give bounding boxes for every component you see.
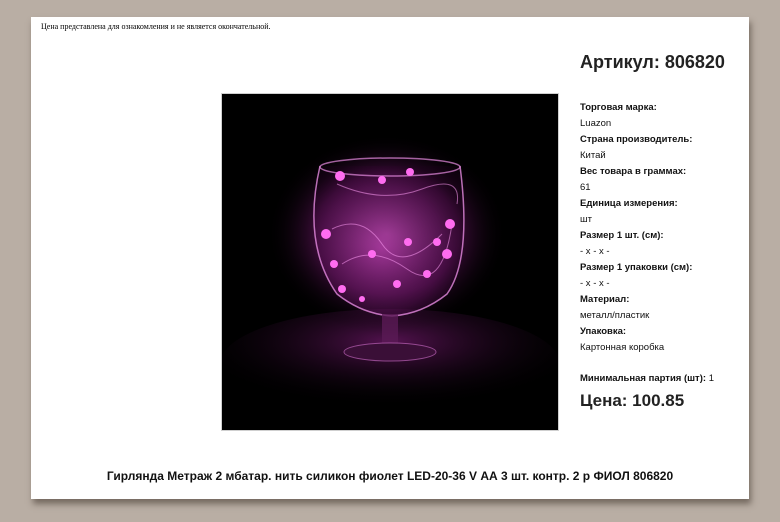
- spec-value: 61: [580, 182, 591, 193]
- spec-value: шт: [580, 214, 592, 225]
- spec-label: Упаковка:: [580, 326, 627, 337]
- spec-value: металл/пластик: [580, 310, 650, 321]
- spec-label: Торговая марка:: [580, 102, 657, 113]
- product-sheet: Цена представлена для ознакомления и не …: [31, 17, 749, 499]
- price: Цена: 100.85: [580, 391, 685, 410]
- product-title: Гирлянда Метраж 2 мбатар. нить силикон ф…: [106, 469, 674, 483]
- min-order-value: 1: [708, 373, 714, 384]
- spec-label: Размер 1 шт. (см):: [580, 230, 664, 241]
- spec-label: Материал:: [580, 294, 630, 305]
- spec-value: Luazon: [580, 118, 612, 129]
- spec-label: Размер 1 упаковки (см):: [580, 262, 693, 273]
- min-order: Минимальная партия (шт): 1: [580, 373, 714, 384]
- spec-label: Страна производитель:: [580, 134, 693, 145]
- spec-list: Торговая марка: Luazon Страна производит…: [580, 100, 745, 356]
- price-disclaimer: Цена представлена для ознакомления и не …: [41, 22, 271, 31]
- spec-label: Вес товара в граммах:: [580, 166, 687, 177]
- spec-label: Единица измерения:: [580, 198, 678, 209]
- spec-value: Картонная коробка: [580, 342, 665, 353]
- spec-value: - х - х -: [580, 278, 610, 289]
- min-order-label: Минимальная партия (шт):: [580, 373, 707, 384]
- product-photo: [221, 93, 559, 431]
- spec-value: - х - х -: [580, 246, 610, 257]
- spec-value: Китай: [580, 150, 606, 161]
- article-number: Артикул: 806820: [580, 52, 725, 72]
